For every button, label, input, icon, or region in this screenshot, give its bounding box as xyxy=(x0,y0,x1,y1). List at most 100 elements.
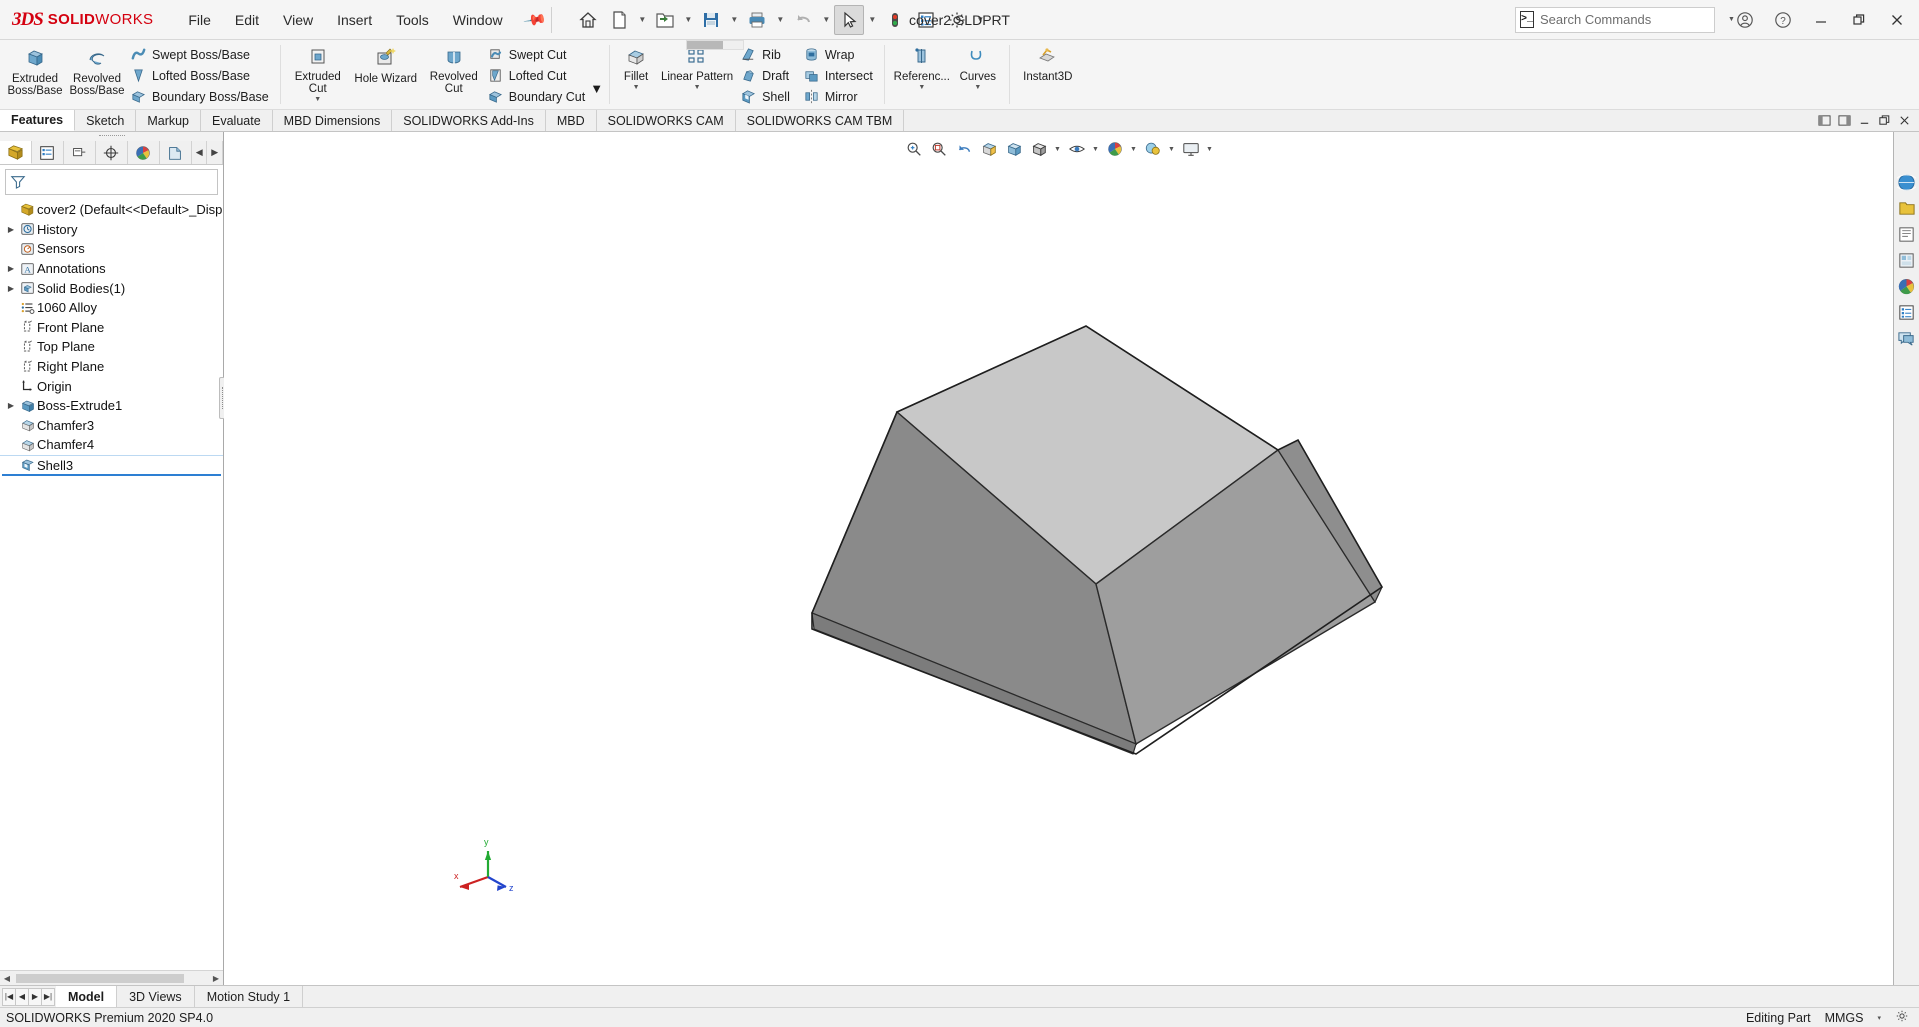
annotations-expander[interactable]: ▶ xyxy=(4,264,18,273)
tab-solidworks-cam-tbm[interactable]: SOLIDWORKS CAM TBM xyxy=(735,110,905,131)
tab-solidworks-cam[interactable]: SOLIDWORKS CAM xyxy=(596,110,736,131)
lofted-boss-base-button[interactable]: Lofted Boss/Base xyxy=(128,65,274,86)
restore-icon[interactable] xyxy=(1841,5,1877,35)
scroll-track[interactable] xyxy=(14,972,209,984)
help-icon[interactable]: ? xyxy=(1765,5,1801,35)
undo-dropdown-caret[interactable]: ▼ xyxy=(819,5,833,35)
search-commands-box[interactable]: >_ ▼ xyxy=(1515,6,1735,33)
tab-solidworks-add-ins[interactable]: SOLIDWORKS Add-Ins xyxy=(392,110,546,131)
open-dropdown-caret[interactable]: ▼ xyxy=(681,5,695,35)
mirror-button[interactable]: Mirror xyxy=(801,86,878,107)
reference-geometry-button[interactable]: Referenc... ▼ xyxy=(891,42,953,107)
bottom-tab-motion-study-1[interactable]: Motion Study 1 xyxy=(195,986,304,1007)
shell-button[interactable]: Shell xyxy=(738,86,795,107)
tree-node-origin[interactable]: Origin xyxy=(0,376,223,396)
undo-icon[interactable] xyxy=(788,5,818,35)
scroll-left-icon[interactable]: ◀ xyxy=(0,974,14,983)
print-icon[interactable] xyxy=(742,5,772,35)
tree-node-shell3[interactable]: Shell3 xyxy=(0,454,223,475)
status-units-label[interactable]: MMGS xyxy=(1825,1011,1864,1025)
tab-mbd[interactable]: MBD xyxy=(545,110,597,131)
tree-filter-bar[interactable] xyxy=(5,169,218,195)
panel-grip[interactable] xyxy=(0,132,223,141)
tree-node-history[interactable]: ▶ History xyxy=(0,220,223,240)
apply-scene-icon[interactable] xyxy=(1141,138,1165,160)
boundary-boss-base-button[interactable]: Boundary Boss/Base xyxy=(128,86,274,107)
restore-pane-left-icon[interactable] xyxy=(1816,112,1833,129)
menu-edit[interactable]: Edit xyxy=(224,7,270,33)
file-properties-icon[interactable] xyxy=(911,5,941,35)
wrap-button[interactable]: Wrap xyxy=(801,44,878,65)
menu-view[interactable]: View xyxy=(272,7,324,33)
file-explorer-icon[interactable] xyxy=(1895,222,1919,246)
bottom-tab-3d-views[interactable]: 3D Views xyxy=(117,986,195,1007)
extruded-cut-dropdown-caret[interactable]: ▼ xyxy=(314,96,321,103)
print-dropdown-caret[interactable]: ▼ xyxy=(773,5,787,35)
tree-node-annotations[interactable]: ▶ A Annotations xyxy=(0,259,223,279)
solidworks-resources-icon[interactable] xyxy=(1895,170,1919,194)
extruded-boss-base-button[interactable]: Extruded Boss/Base xyxy=(4,42,66,107)
close-doc-icon[interactable] xyxy=(1896,112,1913,129)
appearance-caret[interactable]: ▼ xyxy=(1128,138,1140,160)
cut-group-dropdown-caret[interactable]: ▼ xyxy=(590,81,603,96)
boundary-cut-button[interactable]: Boundary Cut xyxy=(485,86,590,107)
bottom-tab-model[interactable]: Model xyxy=(56,986,118,1007)
display-style-icon[interactable] xyxy=(1027,138,1051,160)
tree-node-solid-bodies[interactable]: ▶ Solid Bodies(1) xyxy=(0,278,223,298)
new-document-dropdown-caret[interactable]: ▼ xyxy=(635,5,649,35)
display-manager-tab[interactable] xyxy=(128,141,160,164)
curves-dropdown-caret[interactable]: ▼ xyxy=(974,84,981,91)
edit-appearance-icon[interactable] xyxy=(1103,138,1127,160)
last-page-icon[interactable]: ▶| xyxy=(41,987,55,1006)
linear-pattern-button[interactable]: Linear Pattern ▼ xyxy=(656,42,738,107)
revolved-cut-button[interactable]: Revolved Cut xyxy=(423,42,485,107)
next-page-icon[interactable]: ▶ xyxy=(28,987,42,1006)
cam-feature-tree-tab[interactable] xyxy=(160,141,192,164)
rebuild-traffic-light-icon[interactable] xyxy=(880,5,910,35)
zoom-to-area-icon[interactable] xyxy=(927,138,951,160)
custom-properties-icon[interactable] xyxy=(1895,300,1919,324)
tree-node-top-plane[interactable]: Top Plane xyxy=(0,337,223,357)
graphics-area[interactable]: ▼ ▼ ▼ ▼ ▼ x y z xyxy=(224,132,1893,985)
open-folder-icon[interactable] xyxy=(650,5,680,35)
tree-node-material[interactable]: 1060 Alloy xyxy=(0,298,223,318)
tab-scroll-right-icon[interactable]: ▶ xyxy=(207,141,223,164)
fillet-dropdown-caret[interactable]: ▼ xyxy=(633,84,640,91)
pushpin-icon[interactable]: 📌 xyxy=(522,7,548,33)
new-document-icon[interactable] xyxy=(604,5,634,35)
property-manager-tab[interactable] xyxy=(32,141,64,164)
options-dropdown-caret[interactable]: ▼ xyxy=(973,5,987,35)
tree-node-front-plane[interactable]: Front Plane xyxy=(0,318,223,338)
first-page-icon[interactable]: |◀ xyxy=(2,987,16,1006)
tree-node-boss-extrude1[interactable]: ▶ Boss-Extrude1 xyxy=(0,396,223,416)
tab-mbd-dimensions[interactable]: MBD Dimensions xyxy=(272,110,393,131)
tree-node-right-plane[interactable]: Right Plane xyxy=(0,357,223,377)
appearances-scenes-icon[interactable] xyxy=(1895,274,1919,298)
tree-node-chamfer4[interactable]: Chamfer4 xyxy=(0,435,223,455)
restore-pane-right-icon[interactable] xyxy=(1836,112,1853,129)
view-palette-icon[interactable] xyxy=(1895,248,1919,272)
swept-boss-base-button[interactable]: Swept Boss/Base xyxy=(128,44,274,65)
home-icon[interactable] xyxy=(573,5,603,35)
history-expander[interactable]: ▶ xyxy=(4,225,18,234)
tree-node-chamfer3[interactable]: Chamfer3 xyxy=(0,416,223,436)
tree-filter-input[interactable] xyxy=(26,175,213,189)
minimize-icon[interactable] xyxy=(1803,5,1839,35)
minimize-doc-icon[interactable] xyxy=(1856,112,1873,129)
hide-show-items-icon[interactable] xyxy=(1065,138,1089,160)
zoom-to-fit-icon[interactable] xyxy=(902,138,926,160)
tree-root-node[interactable]: cover2 (Default<<Default>_Display xyxy=(0,200,223,220)
select-dropdown-caret[interactable]: ▼ xyxy=(865,5,879,35)
scroll-thumb[interactable] xyxy=(16,973,184,983)
intersect-button[interactable]: Intersect xyxy=(801,65,878,86)
fillet-button[interactable]: Fillet ▼ xyxy=(616,42,656,107)
dimxpert-manager-tab[interactable] xyxy=(96,141,128,164)
rib-button[interactable]: Rib xyxy=(738,44,795,65)
tab-sketch[interactable]: Sketch xyxy=(75,110,137,131)
solid-bodies-expander[interactable]: ▶ xyxy=(4,284,18,293)
tree-horizontal-scrollbar[interactable]: ◀ ▶ xyxy=(0,970,223,985)
reference-geometry-dropdown-caret[interactable]: ▼ xyxy=(918,84,925,91)
search-input[interactable] xyxy=(1540,12,1717,27)
hide-show-caret[interactable]: ▼ xyxy=(1090,138,1102,160)
menu-insert[interactable]: Insert xyxy=(326,7,383,33)
